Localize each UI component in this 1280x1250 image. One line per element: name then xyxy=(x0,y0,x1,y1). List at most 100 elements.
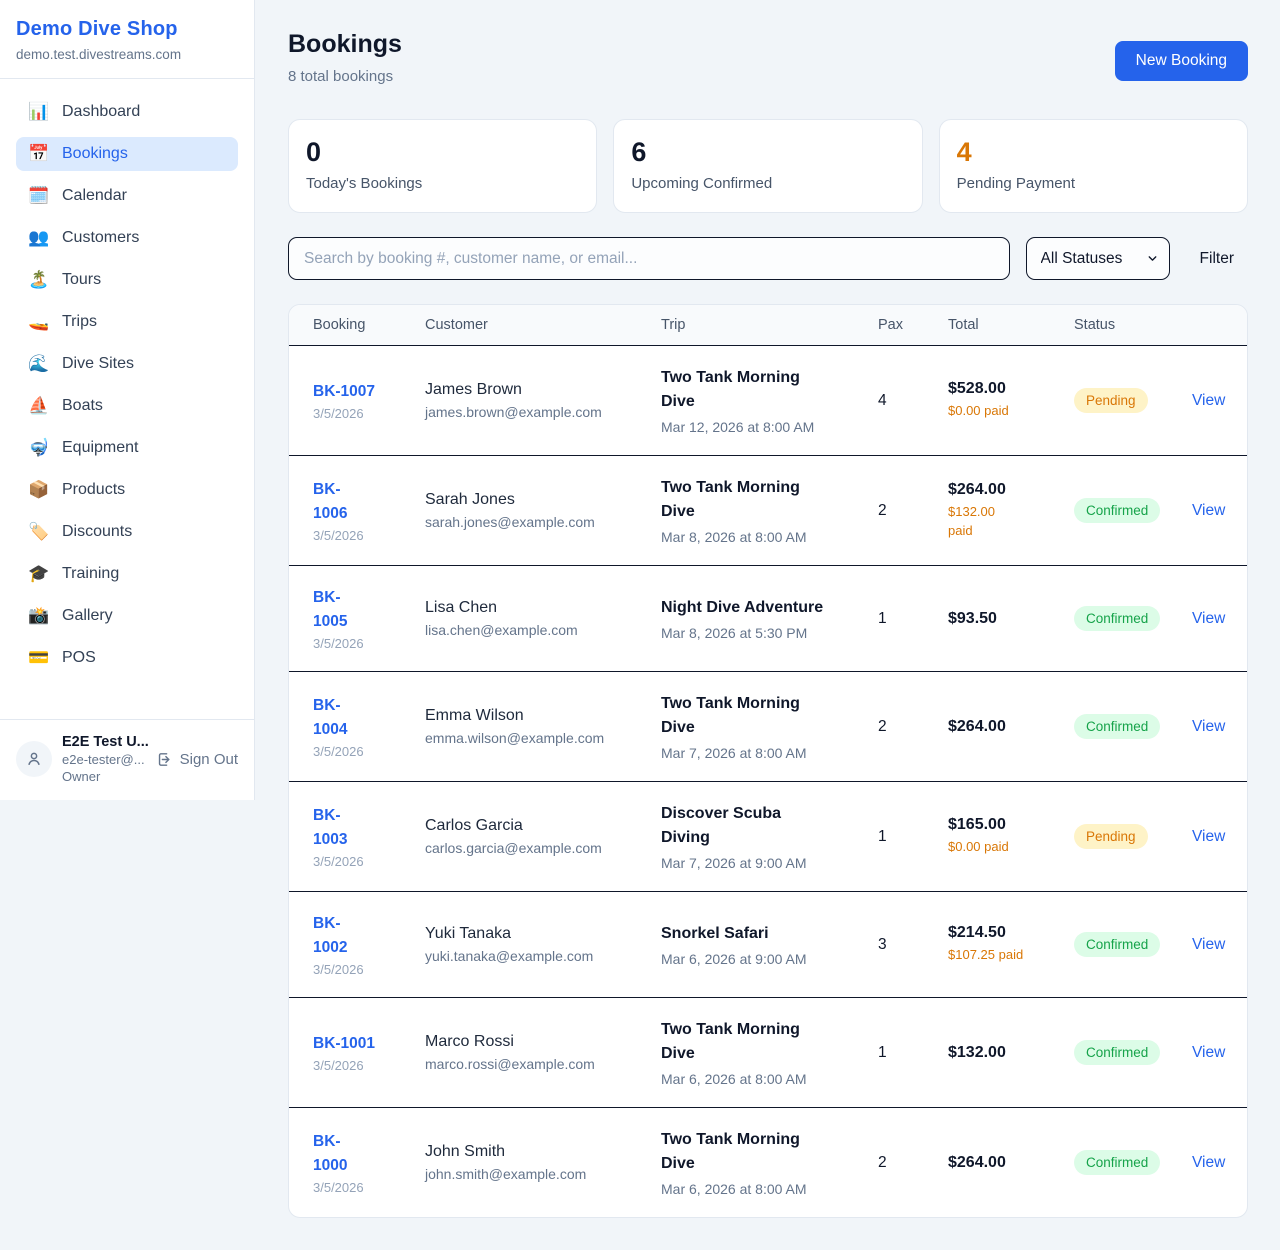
customer-name: Marco Rossi xyxy=(425,1033,661,1051)
pax-count: 2 xyxy=(878,502,948,520)
search-input[interactable] xyxy=(288,237,1010,280)
trip-datetime: Mar 8, 2026 at 5:30 PM xyxy=(661,625,878,641)
booking-id-link[interactable]: BK-1003 xyxy=(313,804,347,852)
booking-id-link[interactable]: BK-1005 xyxy=(313,586,347,634)
main-content: Bookings 8 total bookings New Booking 0 … xyxy=(255,0,1280,1250)
sidebar-item-training[interactable]: 🎓 Training xyxy=(16,557,238,591)
trip-name: Two Tank MorningDive xyxy=(661,1128,878,1176)
people-icon: 👥 xyxy=(28,228,50,248)
user-section: E2E Test U... e2e-tester@... Owner Sign … xyxy=(0,719,254,800)
sidebar-item-label: Training xyxy=(62,565,119,583)
booking-id-link[interactable]: BK-1002 xyxy=(313,912,347,960)
sidebar-item-trips[interactable]: 🚤 Trips xyxy=(16,305,238,339)
sidebar-item-tours[interactable]: 🏝️ Tours xyxy=(16,263,238,297)
stat-label: Upcoming Confirmed xyxy=(631,175,904,192)
table-row: BK-1000 3/5/2026 John Smith john.smith@e… xyxy=(289,1107,1247,1217)
sidebar-item-discounts[interactable]: 🏷️ Discounts xyxy=(16,515,238,549)
stat-cards: 0 Today's Bookings 6 Upcoming Confirmed … xyxy=(288,119,1248,213)
spiral-calendar-icon: 🗓️ xyxy=(28,186,50,206)
sidebar-item-bookings[interactable]: 📅 Bookings xyxy=(16,137,238,171)
user-email: e2e-tester@... xyxy=(62,752,146,767)
sidebar-item-products[interactable]: 📦 Products xyxy=(16,473,238,507)
total-amount: $528.00 xyxy=(948,380,1074,398)
booking-id-link[interactable]: BK-1004 xyxy=(313,694,347,742)
view-link[interactable]: View xyxy=(1192,1154,1225,1171)
booking-date: 3/5/2026 xyxy=(313,744,425,759)
paid-amount: $132.00paid xyxy=(948,503,1074,541)
booking-date: 3/5/2026 xyxy=(313,1180,425,1195)
customer-name: Carlos Garcia xyxy=(425,817,661,835)
trip-datetime: Mar 6, 2026 at 8:00 AM xyxy=(661,1181,878,1197)
wave-icon: 🌊 xyxy=(28,354,50,374)
page-header: Bookings 8 total bookings New Booking xyxy=(288,30,1248,85)
total-amount: $264.00 xyxy=(948,1154,1074,1172)
pax-count: 3 xyxy=(878,936,948,954)
diving-mask-icon: 🤿 xyxy=(28,438,50,458)
sidebar-item-label: Customers xyxy=(62,229,139,247)
sidebar-item-pos[interactable]: 💳 POS xyxy=(16,641,238,675)
view-link[interactable]: View xyxy=(1192,392,1225,409)
trip-datetime: Mar 8, 2026 at 8:00 AM xyxy=(661,529,878,545)
table-row: BK-1004 3/5/2026 Emma Wilson emma.wilson… xyxy=(289,671,1247,781)
sign-out-label: Sign Out xyxy=(180,751,238,768)
trip-datetime: Mar 6, 2026 at 8:00 AM xyxy=(661,1071,878,1087)
table-row: BK-1003 3/5/2026 Carlos Garcia carlos.ga… xyxy=(289,781,1247,891)
view-link[interactable]: View xyxy=(1192,1044,1225,1061)
view-link[interactable]: View xyxy=(1192,828,1225,845)
column-header-booking: Booking xyxy=(313,317,425,333)
sidebar-item-boats[interactable]: ⛵ Boats xyxy=(16,389,238,423)
trip-name: Night Dive Adventure xyxy=(661,596,878,620)
trip-name: Discover ScubaDiving xyxy=(661,802,878,850)
sidebar-item-equipment[interactable]: 🤿 Equipment xyxy=(16,431,238,465)
sidebar-item-dashboard[interactable]: 📊 Dashboard xyxy=(16,95,238,129)
sidebar-item-label: Trips xyxy=(62,313,97,331)
view-link[interactable]: View xyxy=(1192,610,1225,627)
column-header-pax: Pax xyxy=(878,317,948,333)
status-badge: Confirmed xyxy=(1074,932,1160,957)
sidebar-item-label: Dive Sites xyxy=(62,355,134,373)
stat-value: 4 xyxy=(957,137,1230,168)
pax-count: 1 xyxy=(878,828,948,846)
trip-name: Two Tank MorningDive xyxy=(661,366,878,414)
total-amount: $264.00 xyxy=(948,718,1074,736)
sidebar-item-gallery[interactable]: 📸 Gallery xyxy=(16,599,238,633)
table-header-row: Booking Customer Trip Pax Total Status xyxy=(289,305,1247,346)
sign-out-button[interactable]: Sign Out xyxy=(156,751,238,768)
sidebar-item-customers[interactable]: 👥 Customers xyxy=(16,221,238,255)
bar-chart-icon: 📊 xyxy=(28,102,50,122)
booking-id-link[interactable]: BK-1007 xyxy=(313,380,375,404)
sidebar-item-label: Bookings xyxy=(62,145,128,163)
pax-count: 4 xyxy=(878,392,948,410)
sidebar-nav: 📊 Dashboard 📅 Bookings 🗓️ Calendar 👥 Cus… xyxy=(0,79,254,683)
table-row: BK-1001 3/5/2026 Marco Rossi marco.rossi… xyxy=(289,997,1247,1107)
table-row: BK-1007 3/5/2026 James Brown james.brown… xyxy=(289,346,1247,455)
paid-amount: $0.00 paid xyxy=(948,838,1074,857)
customer-email: emma.wilson@example.com xyxy=(425,730,661,746)
status-badge: Confirmed xyxy=(1074,714,1160,739)
filter-button[interactable]: Filter xyxy=(1186,242,1248,276)
sidebar-item-calendar[interactable]: 🗓️ Calendar xyxy=(16,179,238,213)
booking-id-link[interactable]: BK-1000 xyxy=(313,1130,347,1178)
total-amount: $132.00 xyxy=(948,1044,1074,1062)
stat-label: Pending Payment xyxy=(957,175,1230,192)
view-link[interactable]: View xyxy=(1192,936,1225,953)
customer-name: Lisa Chen xyxy=(425,599,661,617)
customer-name: Emma Wilson xyxy=(425,707,661,725)
view-link[interactable]: View xyxy=(1192,502,1225,519)
status-badge: Pending xyxy=(1074,824,1148,849)
total-amount: $165.00 xyxy=(948,816,1074,834)
sidebar-item-dive-sites[interactable]: 🌊 Dive Sites xyxy=(16,347,238,381)
table-body: BK-1007 3/5/2026 James Brown james.brown… xyxy=(289,346,1247,1217)
sidebar-item-label: Equipment xyxy=(62,439,139,457)
sidebar-item-label: Products xyxy=(62,481,125,499)
shop-name: Demo Dive Shop xyxy=(16,18,238,41)
customer-email: john.smith@example.com xyxy=(425,1166,661,1182)
status-filter-select[interactable]: All Statuses xyxy=(1026,237,1170,280)
booking-id-link[interactable]: BK-1001 xyxy=(313,1032,375,1056)
trip-datetime: Mar 12, 2026 at 8:00 AM xyxy=(661,419,878,435)
booking-id-link[interactable]: BK-1006 xyxy=(313,478,347,526)
view-link[interactable]: View xyxy=(1192,718,1225,735)
trip-name: Two Tank MorningDive xyxy=(661,1018,878,1066)
customer-email: james.brown@example.com xyxy=(425,404,661,420)
new-booking-button[interactable]: New Booking xyxy=(1115,41,1248,81)
